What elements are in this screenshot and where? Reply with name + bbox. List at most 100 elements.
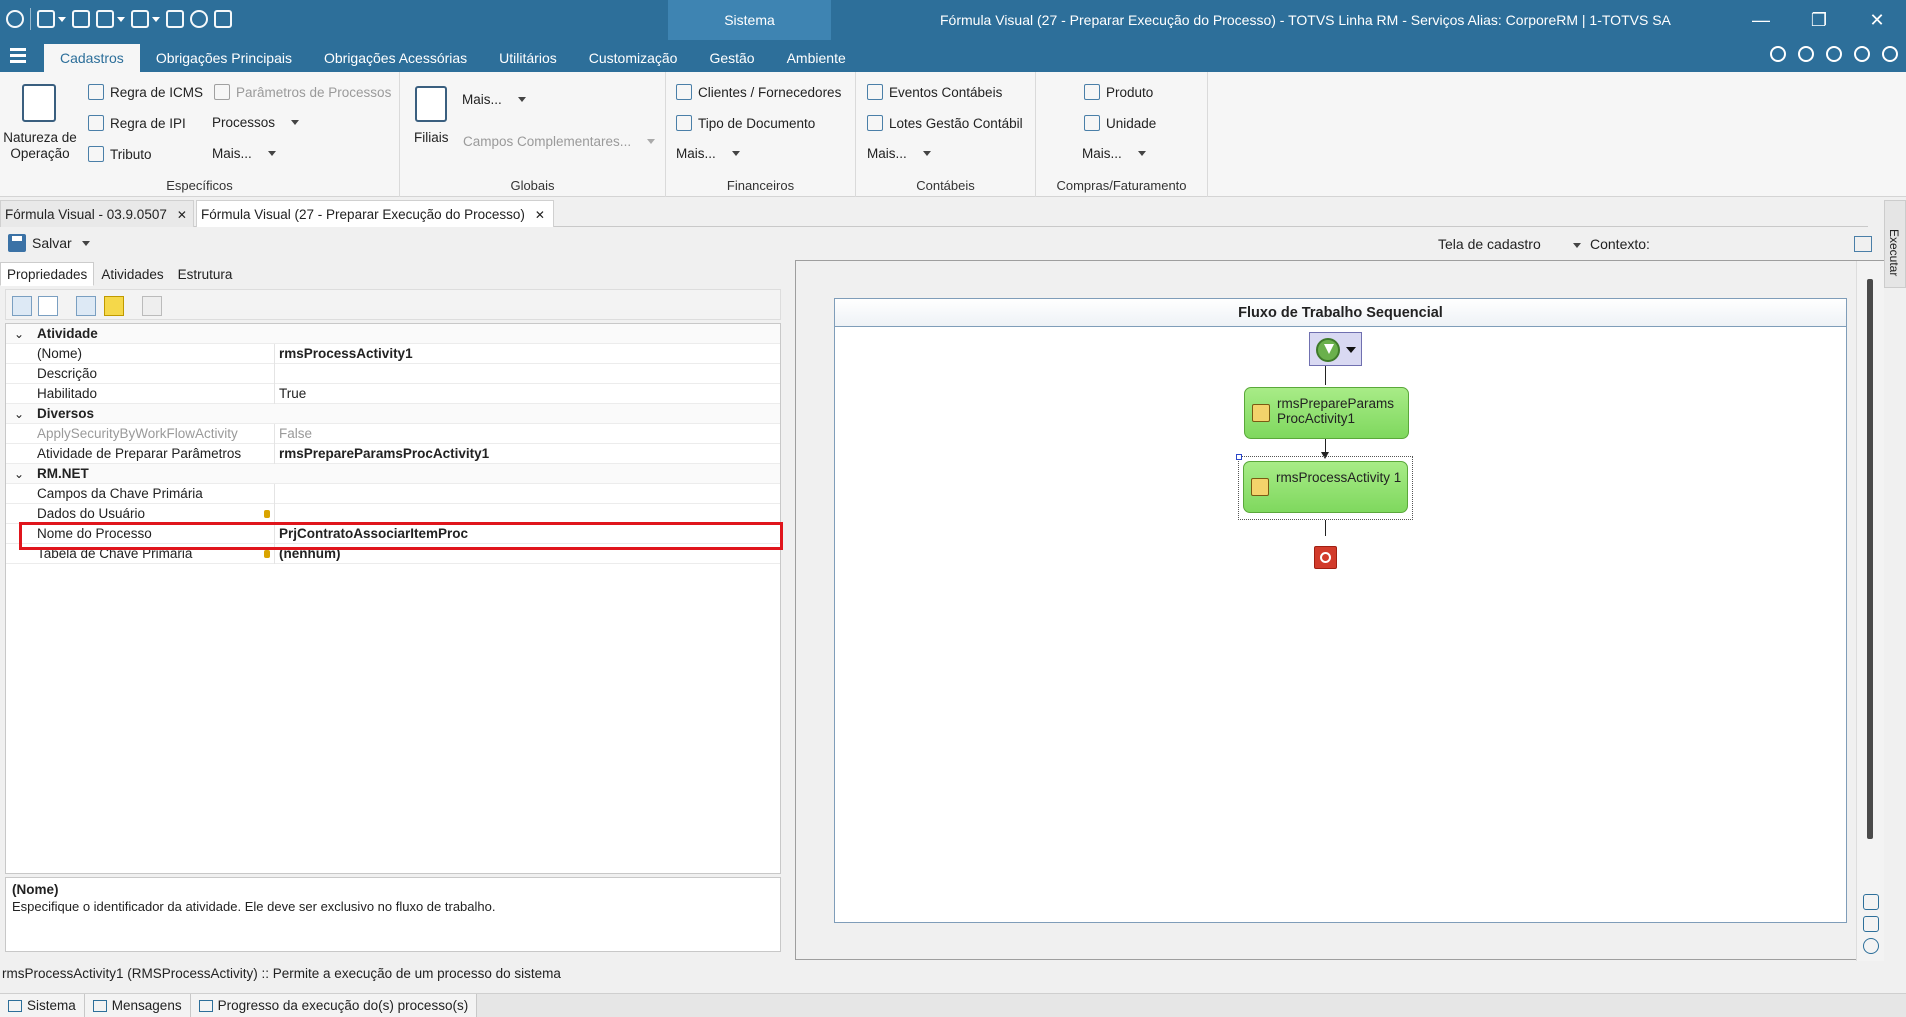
compras-mais-dropdown[interactable]: Mais... bbox=[1082, 146, 1146, 161]
tela-cadastro-select[interactable]: Tela de cadastro bbox=[1438, 236, 1541, 252]
category-diversos[interactable]: ⌄ Diversos bbox=[6, 404, 780, 424]
save-button[interactable]: Salvar bbox=[8, 234, 90, 252]
produto-button[interactable]: Produto bbox=[1084, 84, 1153, 100]
chevron-down-icon[interactable] bbox=[81, 240, 90, 246]
context-tab-sistema[interactable]: Sistema bbox=[668, 0, 831, 40]
chevron-down-icon[interactable] bbox=[1346, 347, 1356, 353]
chevron-down-icon[interactable] bbox=[152, 16, 160, 22]
globe-icon[interactable] bbox=[1798, 46, 1814, 62]
home-icon[interactable] bbox=[131, 10, 149, 28]
executar-side-tab[interactable]: Executar bbox=[1884, 200, 1906, 288]
activity-prepare-params[interactable]: rmsPrepareParams ProcActivity1 bbox=[1244, 387, 1409, 439]
ribbon: Natureza de Operação Regra de ICMS Regra… bbox=[0, 72, 1906, 197]
binoculars-icon[interactable] bbox=[1863, 916, 1879, 932]
selection-handle[interactable] bbox=[1236, 454, 1242, 460]
property-row-apply-security[interactable]: ApplySecurityByWorkFlowActivity False bbox=[6, 424, 780, 444]
status-line: rmsProcessActivity1 (RMSProcessActivity)… bbox=[2, 966, 561, 981]
tab-propriedades[interactable]: Propriedades bbox=[0, 262, 95, 286]
property-row-dados-usuario[interactable]: Dados do Usuário bbox=[6, 504, 780, 524]
vertical-scrollbar[interactable] bbox=[1856, 261, 1884, 961]
start-activity-button[interactable] bbox=[1309, 332, 1362, 366]
chevron-down-icon[interactable] bbox=[1573, 243, 1581, 248]
tab-estrutura[interactable]: Estrutura bbox=[171, 262, 240, 286]
eventos-contabeis-button[interactable]: Eventos Contábeis bbox=[867, 84, 1002, 100]
tab-utilitarios[interactable]: Utilitários bbox=[483, 44, 573, 72]
window-title: Fórmula Visual (27 - Preparar Execução d… bbox=[940, 12, 1671, 28]
group-label: Compras/Faturamento bbox=[1056, 178, 1187, 193]
close-button[interactable]: ✕ bbox=[1848, 0, 1906, 40]
end-activity-icon[interactable] bbox=[1314, 546, 1337, 569]
category-rm-net[interactable]: ⌄ RM.NET bbox=[6, 464, 780, 484]
properties-icon[interactable] bbox=[76, 296, 96, 316]
building-icon[interactable] bbox=[415, 86, 447, 122]
cfop-icon[interactable] bbox=[22, 84, 56, 122]
chevron-down-icon[interactable]: ⌄ bbox=[14, 464, 24, 484]
tab-obrigacoes-principais[interactable]: Obrigações Principais bbox=[140, 44, 308, 72]
property-row-nome[interactable]: (Nome) rmsProcessActivity1 bbox=[6, 344, 780, 364]
tab-cadastros[interactable]: Cadastros bbox=[44, 44, 140, 72]
regra-ipi-button[interactable]: Regra de IPI bbox=[88, 115, 186, 131]
user-icon[interactable] bbox=[37, 10, 55, 28]
database-icon[interactable] bbox=[104, 296, 124, 316]
panel-layout-icon[interactable] bbox=[1854, 236, 1872, 252]
close-icon[interactable]: ✕ bbox=[535, 202, 545, 229]
property-row-habilitado[interactable]: Habilitado True bbox=[6, 384, 780, 404]
calculator-icon[interactable] bbox=[166, 10, 184, 28]
restore-button[interactable]: ❐ bbox=[1790, 0, 1848, 40]
bottom-tab-progresso[interactable]: Progresso da execução do(s) processo(s) bbox=[190, 994, 478, 1017]
doc-tab-formula-visual-2[interactable]: Fórmula Visual (27 - Preparar Execução d… bbox=[196, 200, 554, 227]
minimize-button[interactable]: — bbox=[1732, 0, 1790, 40]
window-icon[interactable] bbox=[96, 10, 114, 28]
chevron-down-icon bbox=[731, 151, 740, 156]
highlight-box bbox=[19, 522, 783, 550]
menu-icon[interactable] bbox=[8, 45, 28, 65]
property-row-campos-chave[interactable]: Campos da Chave Primária bbox=[6, 484, 780, 504]
tab-obrigacoes-acessorias[interactable]: Obrigações Acessórias bbox=[308, 44, 483, 72]
chevron-down-icon[interactable]: ⌄ bbox=[14, 404, 24, 424]
view-icon[interactable] bbox=[72, 10, 90, 28]
tributo-button[interactable]: Tributo bbox=[88, 146, 152, 162]
processos-dropdown[interactable]: Processos bbox=[212, 115, 300, 130]
tipo-documento-button[interactable]: Tipo de Documento bbox=[676, 115, 815, 131]
natureza-operacao-button[interactable]: Natureza de Operação bbox=[0, 130, 80, 162]
regra-icms-button[interactable]: Regra de ICMS bbox=[88, 84, 203, 100]
chevron-down-icon[interactable]: ⌄ bbox=[14, 324, 24, 344]
exit-icon[interactable] bbox=[214, 10, 232, 28]
tab-customizacao[interactable]: Customização bbox=[573, 44, 694, 72]
campos-complementares-dropdown[interactable]: Campos Complementares... bbox=[463, 134, 656, 149]
financeiros-mais-dropdown[interactable]: Mais... bbox=[676, 146, 740, 161]
collapse-ribbon-icon[interactable] bbox=[1770, 46, 1786, 62]
bottom-tab-sistema[interactable]: Sistema bbox=[0, 994, 85, 1017]
contabeis-mais-dropdown[interactable]: Mais... bbox=[867, 146, 931, 161]
doc-tab-formula-visual-1[interactable]: Fórmula Visual - 03.9.0507 ✕ bbox=[0, 200, 194, 227]
globe-icon[interactable] bbox=[190, 10, 208, 28]
lotes-gestao-contabil-button[interactable]: Lotes Gestão Contábil bbox=[867, 115, 1023, 131]
property-pages-icon[interactable] bbox=[142, 296, 162, 316]
chevron-down-icon[interactable] bbox=[58, 16, 66, 22]
scrollbar-thumb[interactable] bbox=[1867, 279, 1873, 839]
bottom-tab-mensagens[interactable]: Mensagens bbox=[84, 994, 191, 1017]
sort-alpha-icon[interactable] bbox=[38, 296, 58, 316]
totvs-logo-icon[interactable] bbox=[6, 10, 24, 28]
globais-mais-dropdown[interactable]: Mais... bbox=[462, 92, 526, 107]
activity-process[interactable]: rmsProcessActivity 1 bbox=[1243, 461, 1408, 513]
categorized-icon[interactable] bbox=[12, 296, 32, 316]
clientes-fornecedores-button[interactable]: Clientes / Fornecedores bbox=[676, 84, 841, 100]
category-atividade[interactable]: ⌄ Atividade bbox=[6, 324, 780, 344]
chevron-down-icon[interactable] bbox=[117, 16, 125, 22]
filiais-button[interactable]: Filiais bbox=[414, 130, 449, 145]
especificos-mais-dropdown[interactable]: Mais... bbox=[212, 146, 276, 161]
unidade-button[interactable]: Unidade bbox=[1084, 115, 1156, 131]
settings-icon[interactable] bbox=[1854, 46, 1870, 62]
property-row-descricao[interactable]: Descrição bbox=[6, 364, 780, 384]
tab-ambiente[interactable]: Ambiente bbox=[771, 44, 862, 72]
layout-icon[interactable] bbox=[1826, 46, 1842, 62]
tab-gestao[interactable]: Gestão bbox=[693, 44, 770, 72]
zoom-icon[interactable] bbox=[1863, 894, 1879, 910]
tab-atividades[interactable]: Atividades bbox=[94, 262, 170, 286]
help-icon[interactable] bbox=[1882, 46, 1898, 62]
property-row-preparar-parametros[interactable]: Atividade de Preparar Parâmetros rmsPrep… bbox=[6, 444, 780, 464]
parametros-processos-button[interactable]: Parâmetros de Processos bbox=[214, 84, 391, 100]
close-icon[interactable]: ✕ bbox=[177, 202, 187, 229]
pan-icon[interactable] bbox=[1863, 938, 1879, 954]
